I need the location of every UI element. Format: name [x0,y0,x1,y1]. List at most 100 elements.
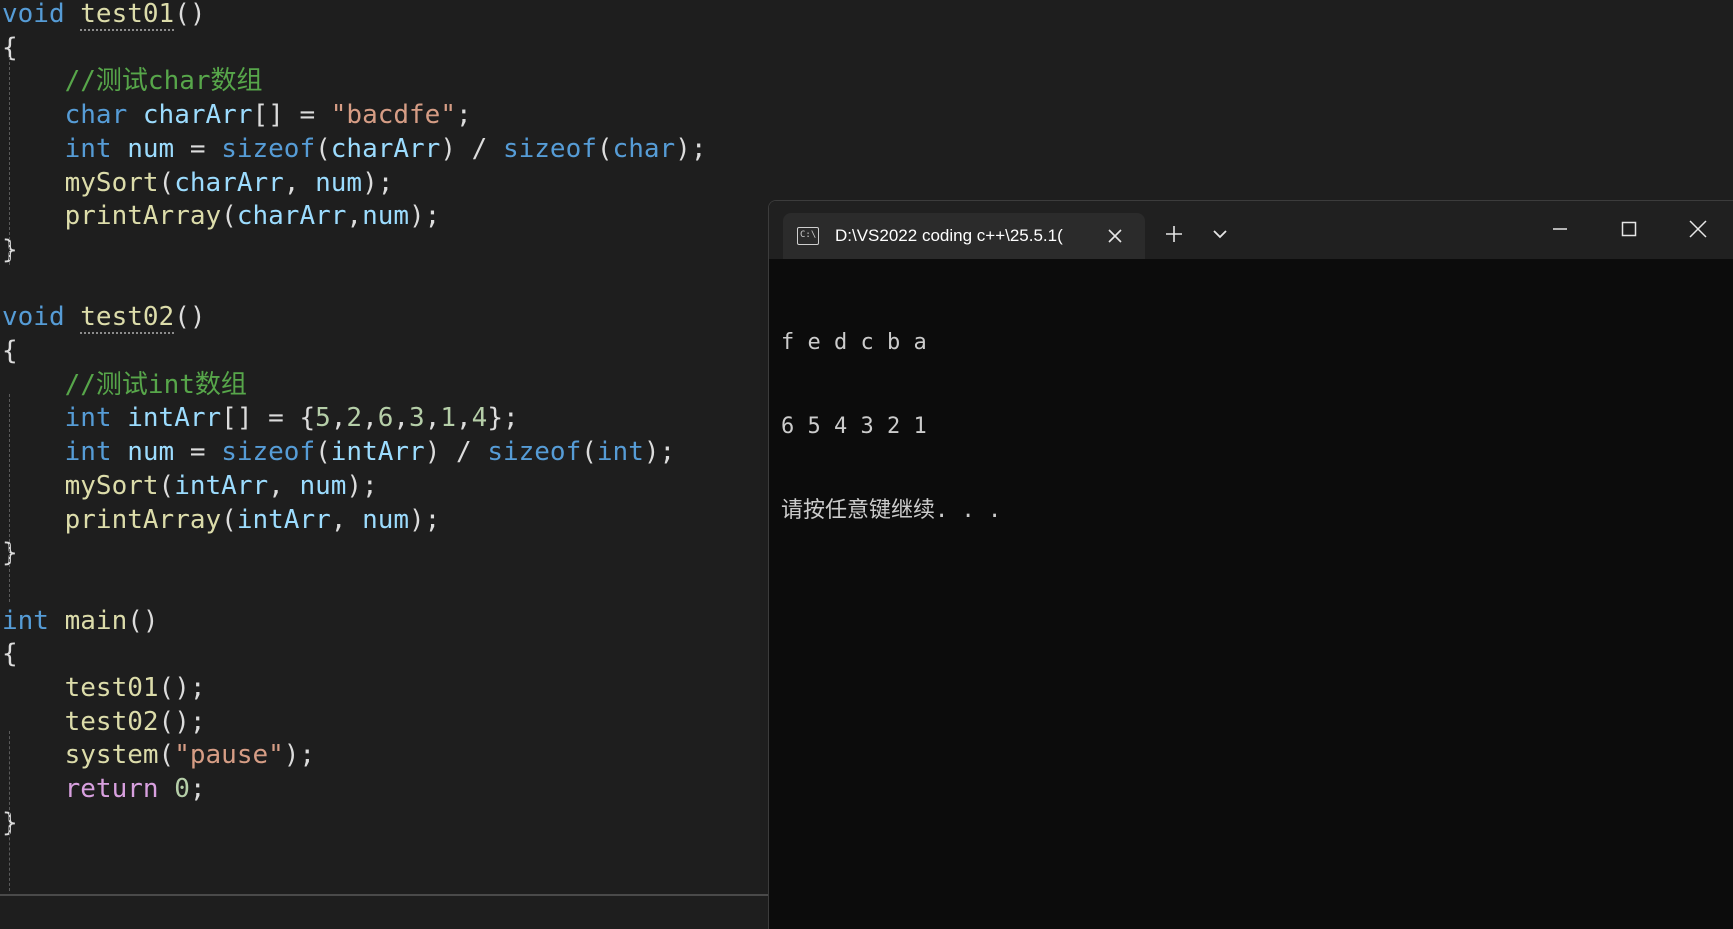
number-token: 4 [471,403,488,434]
punctuation-token [112,437,128,467]
code-line[interactable]: { [2,333,18,370]
close-button[interactable] [1684,215,1712,243]
punctuation-token: ); [362,167,394,198]
punctuation-token: ( [221,201,237,232]
variable-token: num [362,504,410,535]
variable-token: charArr [236,201,347,232]
string-token: "bacdfe" [330,100,456,131]
tab-dropdown-button[interactable] [1207,221,1233,247]
code-line[interactable]: void test02() [2,299,206,336]
punctuation-token: ; [456,100,472,131]
variable-token: num [299,470,347,501]
code-line[interactable]: //测试char数组 [2,63,263,100]
keyword-token: int [64,403,112,434]
variable-token: num [315,167,363,198]
punctuation-token: ); [283,740,316,771]
keyword-token: sizeof [221,437,316,468]
punctuation-token: , [346,201,363,232]
punctuation-token: () [174,0,206,29]
variable-token: num [362,201,410,232]
punctuation-token: ( [158,470,175,501]
code-line[interactable]: return 0; [2,771,206,808]
punctuation-token: ( [581,437,597,468]
indent-guide [9,731,10,891]
punctuation-token: ( [158,740,175,771]
close-icon [1689,220,1707,238]
punctuation-token: ( [315,133,331,164]
punctuation-token [2,403,65,433]
code-line[interactable]: char charArr[] = "bacdfe"; [2,97,472,134]
horizontal-scrollbar[interactable] [0,894,770,896]
punctuation-token [2,471,65,501]
keyword-token: void [2,0,65,29]
tab-close-icon[interactable] [1101,222,1129,250]
punctuation-token: , [393,403,410,434]
terminal-tab[interactable]: C:\ D:\VS2022 coding c++\25.5.1( [783,213,1145,259]
punctuation-token [112,134,128,164]
terminal-window[interactable]: C:\ D:\VS2022 coding c++\25.5.1(f e d c… [768,200,1733,929]
punctuation-token: ); [409,504,441,535]
punctuation-token: ); [675,133,707,164]
function-token: test02 [80,302,175,335]
punctuation-token [2,134,65,164]
terminal-output-line: 6 5 4 3 2 1 [781,414,927,439]
variable-token: intArr [236,504,331,535]
punctuation-token [2,505,65,535]
code-line[interactable]: //测试int数组 [2,367,247,404]
punctuation-token: , [268,470,300,501]
terminal-app-icon: C:\ [797,227,819,245]
punctuation-token: ); [346,470,378,501]
minimize-button[interactable] [1546,215,1574,243]
code-line[interactable]: int num = sizeof(intArr) / sizeof(int); [2,434,676,471]
variable-token: num [127,437,175,468]
keyword-token: int [64,437,112,468]
punctuation-token: , [424,403,441,434]
function-token: mySort [64,167,159,198]
comment-token: //测试char数组 [64,66,263,97]
punctuation-token: ( [221,504,237,535]
keyword-token: int [2,605,49,636]
code-line[interactable]: void test01() [2,0,206,33]
function-token: test01 [64,673,159,703]
code-line[interactable]: test02(); [2,704,206,741]
punctuation-token [65,302,81,332]
terminal-output-line: 请按任意键继续. . . [781,498,1002,523]
code-line[interactable]: system("pause"); [2,737,315,774]
keyword-token: int [64,133,112,164]
punctuation-token: (); [158,673,206,703]
code-line[interactable]: int num = sizeof(charArr) / sizeof(char)… [2,131,707,168]
punctuation-token: ( [315,437,331,468]
terminal-titlebar[interactable]: C:\ D:\VS2022 coding c++\25.5.1( [769,201,1733,259]
terminal-output-line: f e d c b a [781,330,927,355]
maximize-button[interactable] [1615,215,1643,243]
function-token: printArray [64,504,222,535]
new-tab-button[interactable] [1161,221,1187,247]
punctuation-token: , [330,403,347,434]
punctuation-token [2,437,65,467]
tab-title: D:\VS2022 coding c++\25.5.1( [835,226,1063,245]
code-line[interactable]: printArray(charArr,num); [2,198,441,235]
number-token: 2 [346,403,363,434]
code-line[interactable]: int main() [2,603,159,640]
punctuation-token [2,774,65,804]
punctuation-token: , [362,403,378,434]
punctuation-token [2,201,65,231]
punctuation-token [127,100,143,130]
code-line[interactable]: test01(); [2,670,206,707]
punctuation-token: = [174,133,222,164]
code-line[interactable]: printArray(intArr, num); [2,502,441,539]
code-line[interactable]: { [2,636,18,673]
number-token: 1 [440,403,456,434]
punctuation-token [112,403,128,433]
punctuation-token: [] = [252,100,331,131]
punctuation-token: (); [158,706,206,737]
maximize-icon [1621,221,1637,237]
function-token: system [64,740,159,771]
code-line[interactable]: mySort(charArr, num); [2,165,394,202]
function-token: printArray [64,201,222,232]
variable-token: intArr [174,470,269,501]
terminal-output[interactable]: f e d c b a 6 5 4 3 2 1 请按任意键继续. . . [781,273,1001,581]
punctuation-token [2,707,65,737]
code-line[interactable]: mySort(intArr, num); [2,468,378,505]
code-line[interactable]: int intArr[] = {5,2,6,3,1,4}; [2,400,519,437]
